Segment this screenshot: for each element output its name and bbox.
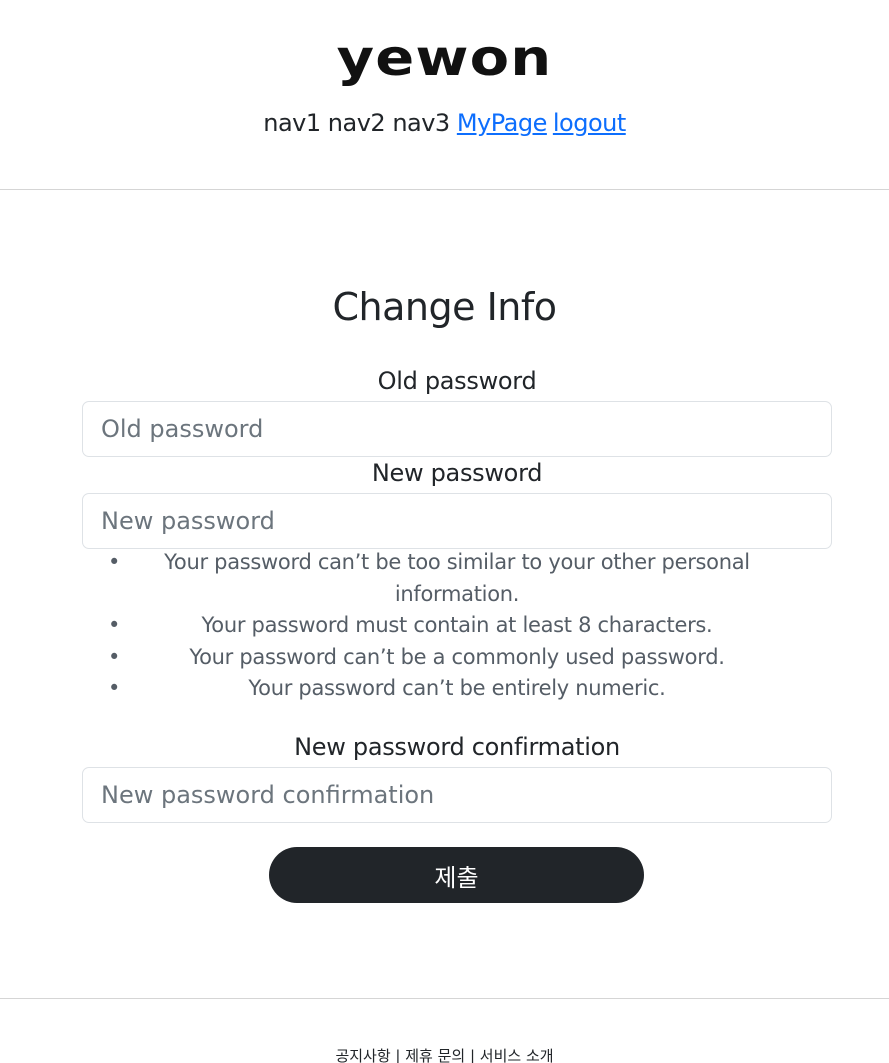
- help-item: • Your password must contain at least 8 c…: [82, 610, 832, 642]
- site-header: yewon nav1 nav2 nav3 MyPage logout: [0, 0, 889, 190]
- bullet-icon: •: [108, 644, 121, 669]
- confirm-password-label: New password confirmation: [294, 733, 620, 761]
- old-password-input[interactable]: [82, 401, 832, 457]
- help-item: • Your password can’t be entirely numeric…: [82, 673, 832, 705]
- old-password-label: Old password: [377, 367, 537, 395]
- main-content: Change Info Old password New password • Y…: [0, 190, 889, 998]
- submit-button[interactable]: 제출: [269, 847, 644, 903]
- logout-link[interactable]: logout: [553, 109, 626, 137]
- footer-links[interactable]: 공지사항 | 제휴 문의 | 서비스 소개: [0, 1045, 889, 1063]
- nav-item-nav1[interactable]: nav1: [263, 109, 321, 137]
- help-item: • Your password can’t be too similar to y…: [82, 547, 832, 610]
- page-title: Change Info: [332, 285, 557, 329]
- logo[interactable]: yewon: [0, 28, 889, 88]
- new-password-input[interactable]: [82, 493, 832, 549]
- new-password-label: New password: [371, 459, 543, 487]
- confirm-password-input[interactable]: [82, 767, 832, 823]
- help-item-text: Your password can’t be entirely numeric.: [248, 676, 666, 700]
- help-item-text: Your password must contain at least 8 ch…: [201, 613, 713, 637]
- nav-item-nav2[interactable]: nav2: [328, 109, 386, 137]
- mypage-link[interactable]: MyPage: [457, 109, 548, 137]
- password-help-list: • Your password can’t be too similar to y…: [82, 547, 832, 705]
- nav-item-nav3[interactable]: nav3: [392, 109, 450, 137]
- help-item: • Your password can’t be a commonly used …: [82, 642, 832, 674]
- help-item-text: Your password can’t be too similar to yo…: [164, 550, 750, 606]
- bullet-icon: •: [108, 676, 121, 700]
- site-footer: 공지사항 | 제휴 문의 | 서비스 소개: [0, 998, 889, 1063]
- bullet-icon: •: [108, 550, 121, 574]
- help-item-text: Your password can’t be a commonly used p…: [189, 644, 725, 669]
- main-nav: nav1 nav2 nav3 MyPage logout: [0, 106, 889, 140]
- page: yewon nav1 nav2 nav3 MyPage logout Change…: [0, 0, 889, 1063]
- bullet-icon: •: [108, 613, 121, 637]
